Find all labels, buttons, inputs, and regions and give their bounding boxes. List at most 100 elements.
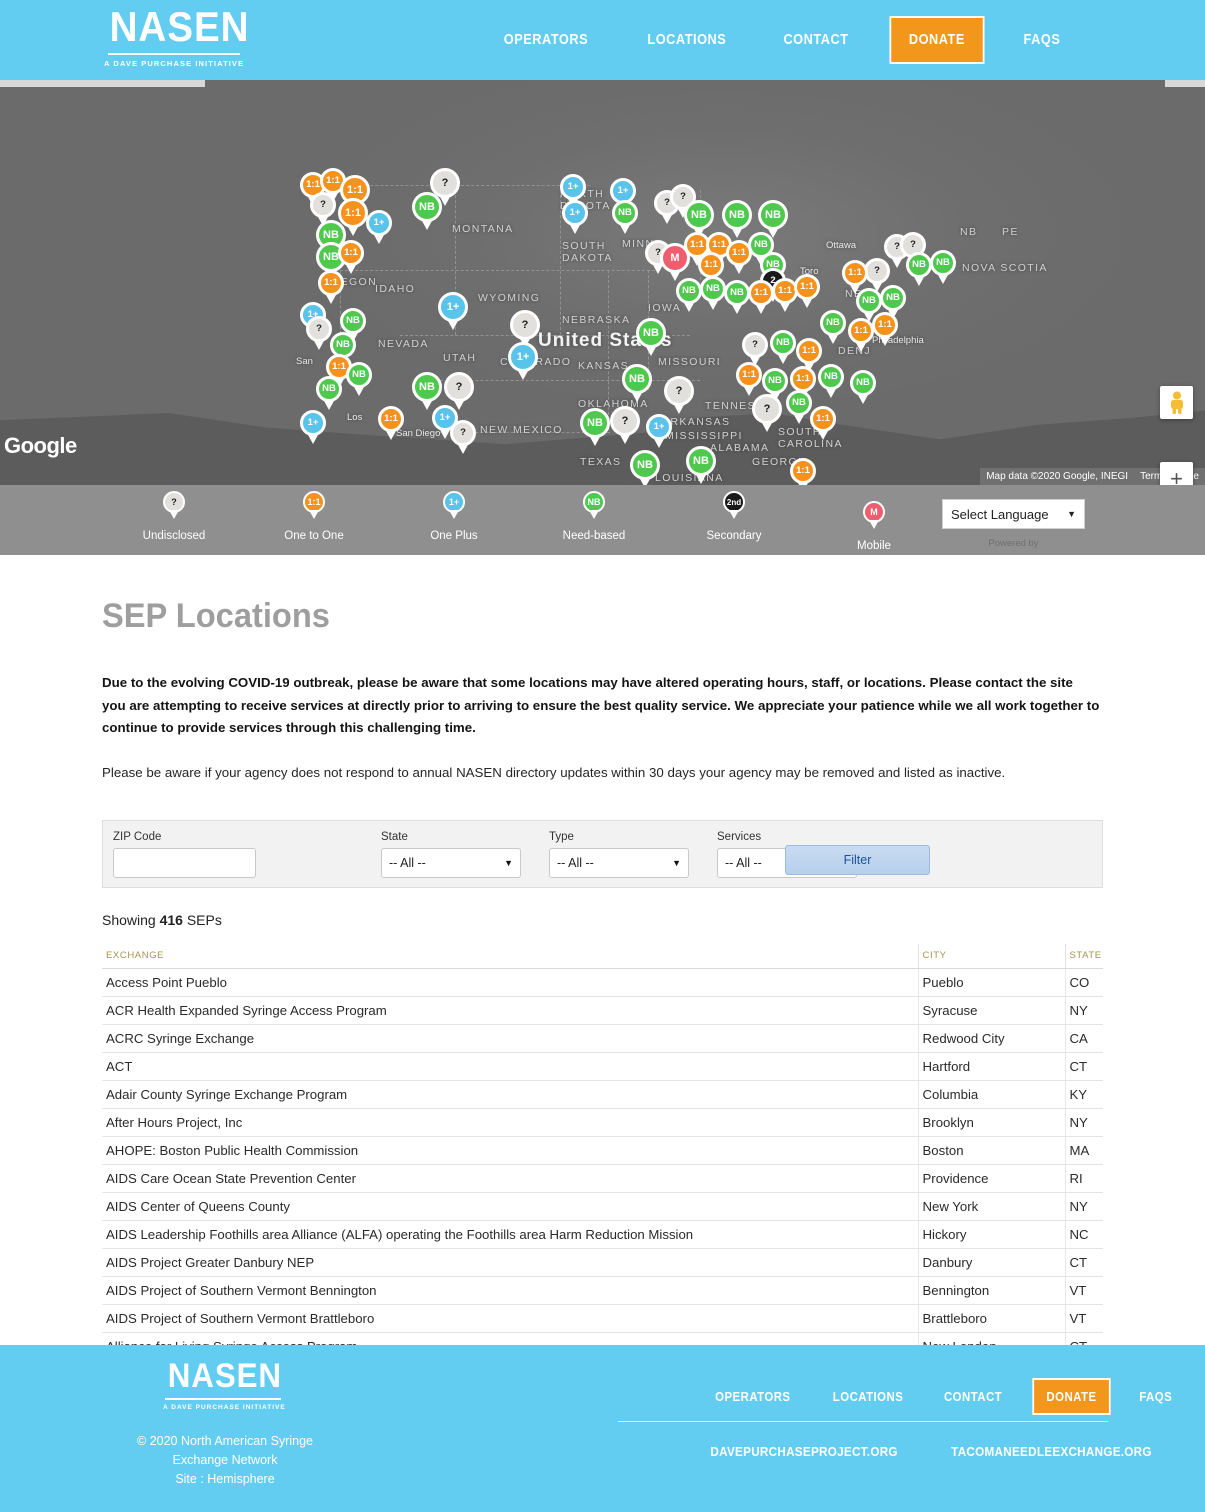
map-marker-one-to-one[interactable]: 1:1 — [748, 280, 774, 306]
filter-button[interactable]: Filter — [785, 844, 930, 875]
map-marker-one-plus[interactable]: 1+ — [560, 174, 586, 200]
map-marker-one-to-one[interactable]: 1:1 — [378, 406, 404, 432]
map-marker-need-based[interactable]: NB — [762, 368, 788, 394]
map-marker-need-based[interactable]: NB — [818, 364, 844, 390]
table-row[interactable]: AIDS Project of Southern Vermont Benning… — [102, 1276, 1103, 1305]
nav-item-faqs[interactable]: FAQS — [1003, 32, 1082, 48]
table-row[interactable]: ACT Hartford CT — [102, 1052, 1103, 1081]
map-marker-need-based[interactable]: NB — [412, 192, 442, 222]
map-marker-undisclosed[interactable]: ? — [752, 394, 782, 424]
cell-exchange: AIDS Project of Southern Vermont Benning… — [102, 1276, 918, 1305]
nav-item-operators[interactable]: OPERATORS — [482, 32, 609, 48]
map-marker-one-plus[interactable]: 1+ — [438, 292, 468, 322]
column-header-state[interactable]: STATE — [1064, 943, 1103, 969]
map-marker-one-plus[interactable]: 1+ — [646, 414, 672, 440]
nav-item-contact[interactable]: CONTACT — [763, 32, 870, 48]
table-row[interactable]: Adair County Syringe Exchange Program Col… — [102, 1080, 1103, 1109]
map-marker-need-based[interactable]: NB — [346, 362, 372, 388]
language-selector[interactable]: Select Language ▼ — [942, 499, 1085, 529]
map-marker-undisclosed[interactable]: ? — [306, 316, 332, 342]
map-marker-one-plus[interactable]: 1+ — [300, 410, 326, 436]
map-border — [330, 270, 660, 271]
map-marker-need-based[interactable]: NB — [580, 408, 610, 438]
table-row[interactable]: AIDS Care Ocean State Prevention Center P… — [102, 1164, 1103, 1193]
state-select-value: -- All -- — [389, 855, 426, 870]
table-row[interactable]: AIDS Center of Queens County New York NY — [102, 1192, 1103, 1221]
nav-item-locations[interactable]: LOCATIONS — [626, 32, 747, 48]
map-marker-one-to-one[interactable]: 1:1 — [338, 198, 368, 228]
map-marker-need-based[interactable]: NB — [684, 200, 714, 230]
map-marker-need-based[interactable]: NB — [686, 446, 716, 476]
map-marker-undisclosed[interactable]: ? — [444, 372, 474, 402]
footer-link-dave-purchase-project[interactable]: DAVEPURCHASEPROJECT.ORG — [710, 1444, 897, 1459]
table-row[interactable]: After Hours Project, Inc Brooklyn NY — [102, 1108, 1103, 1137]
table-row[interactable]: AHOPE: Boston Public Health Commission Bo… — [102, 1136, 1103, 1165]
map-marker-need-based[interactable]: NB — [412, 372, 442, 402]
nav-item-donate[interactable]: DONATE — [889, 16, 985, 64]
map-marker-need-based[interactable]: NB — [630, 450, 660, 480]
map-marker-one-plus[interactable]: 1+ — [508, 342, 538, 372]
zoom-in-button[interactable]: + — [1160, 462, 1193, 486]
footer-nav-locations[interactable]: LOCATIONS — [818, 1389, 917, 1404]
map-marker-one-to-one[interactable]: 1:1 — [736, 362, 762, 388]
map-marker-need-based[interactable]: NB — [906, 252, 932, 278]
map-marker-undisclosed[interactable]: ? — [510, 310, 540, 340]
map-marker-one-to-one[interactable]: 1:1 — [338, 240, 364, 266]
map-marker-need-based[interactable]: NB — [622, 364, 652, 394]
street-view-pegman-icon[interactable] — [1160, 386, 1193, 419]
map-marker-need-based[interactable]: NB — [612, 200, 638, 226]
cell-state: NC — [1064, 1220, 1103, 1249]
map-marker-undisclosed[interactable]: ? — [664, 376, 694, 406]
map-marker-one-to-one[interactable]: 1:1 — [848, 318, 874, 344]
footer-nav-contact[interactable]: CONTACT — [930, 1389, 1016, 1404]
column-header-exchange[interactable]: EXCHANGE — [102, 943, 918, 969]
map-marker-one-to-one[interactable]: 1:1 — [842, 260, 868, 286]
map-marker-undisclosed[interactable]: ? — [310, 192, 336, 218]
map-marker-need-based[interactable]: NB — [880, 285, 906, 311]
map-marker-need-based[interactable]: NB — [724, 280, 750, 306]
zip-code-input[interactable] — [113, 847, 256, 878]
map-marker-need-based[interactable]: NB — [316, 376, 342, 402]
map-marker-need-based[interactable]: NB — [636, 318, 666, 348]
map-marker-need-based[interactable]: NB — [758, 200, 788, 230]
map-marker-undisclosed[interactable]: ? — [742, 332, 768, 358]
table-row[interactable]: ACR Health Expanded Syringe Access Progr… — [102, 996, 1103, 1025]
map-marker-need-based[interactable]: NB — [856, 288, 882, 314]
map-marker-one-to-one[interactable]: 1:1 — [810, 406, 836, 432]
map-marker-need-based[interactable]: NB — [850, 370, 876, 396]
table-row[interactable]: Access Point Pueblo Pueblo CO — [102, 968, 1103, 997]
locations-map[interactable]: MONTANA IDAHO WYOMING NEVADA UTAH COLORA… — [0, 80, 1205, 485]
map-marker-need-based[interactable]: NB — [340, 308, 366, 334]
map-marker-one-plus[interactable]: 1+ — [366, 210, 392, 236]
map-marker-need-based[interactable]: NB — [700, 276, 726, 302]
map-marker-need-based[interactable]: NB — [676, 278, 702, 304]
map-marker-need-based[interactable]: NB — [786, 390, 812, 416]
map-marker-need-based[interactable]: NB — [770, 330, 796, 356]
site-logo[interactable]: NASEN A DAVE PURCHASE INITIATIVE — [104, 4, 249, 69]
table-row[interactable]: ACRC Syringe Exchange Redwood City CA — [102, 1024, 1103, 1053]
map-marker-one-to-one[interactable]: 1:1 — [790, 458, 816, 484]
map-marker-need-based[interactable]: NB — [820, 310, 846, 336]
map-marker-one-to-one[interactable]: 1:1 — [872, 312, 898, 338]
map-marker-need-based[interactable]: NB — [930, 250, 956, 276]
type-select[interactable]: -- All -- ▼ — [549, 847, 689, 878]
column-header-city[interactable]: CITY — [917, 943, 1065, 969]
footer-nav-faqs[interactable]: FAQS — [1125, 1389, 1186, 1404]
state-select[interactable]: -- All -- ▼ — [381, 847, 521, 878]
map-marker-one-to-one[interactable]: 1:1 — [318, 270, 344, 296]
map-marker-undisclosed[interactable]: ? — [610, 406, 640, 436]
footer-nav-operators[interactable]: OPERATORS — [701, 1389, 805, 1404]
footer-logo[interactable]: NASEN A DAVE PURCHASE INITIATIVE — [163, 1358, 285, 1412]
map-marker-one-to-one[interactable]: 1:1 — [794, 274, 820, 300]
map-marker-undisclosed[interactable]: ? — [450, 420, 476, 446]
footer-link-tacoma-needle-exchange[interactable]: TACOMANEEDLEEXCHANGE.ORG — [951, 1444, 1152, 1459]
table-row[interactable]: AIDS Project of Southern Vermont Brattle… — [102, 1304, 1103, 1333]
map-marker-one-plus[interactable]: 1+ — [562, 200, 588, 226]
map-marker-one-to-one[interactable]: 1:1 — [790, 366, 816, 392]
map-marker-one-to-one[interactable]: 1:1 — [796, 338, 822, 364]
table-row[interactable]: AIDS Project Greater Danbury NEP Danbury C… — [102, 1248, 1103, 1277]
footer-nav-donate[interactable]: DONATE — [1032, 1378, 1111, 1415]
table-row[interactable]: AIDS Leadership Foothills area Alliance … — [102, 1220, 1103, 1249]
map-marker-need-based[interactable]: NB — [722, 200, 752, 230]
map-marker-one-to-one[interactable]: 1:1 — [698, 252, 724, 278]
